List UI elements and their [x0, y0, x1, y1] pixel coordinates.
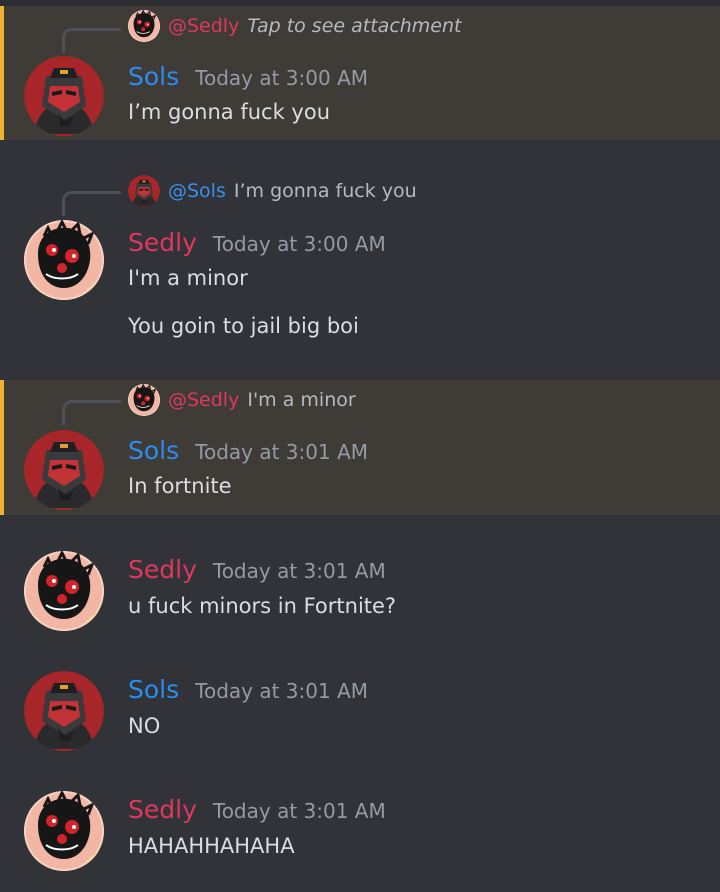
message-text: In fortnite	[128, 474, 232, 498]
message-text: You goin to jail big boi	[128, 314, 359, 338]
reply-text[interactable]: Tap to see attachment	[247, 15, 461, 37]
timestamp: Today at 3:01 AM	[195, 440, 369, 464]
reply-text[interactable]: I’m gonna fuck you	[234, 180, 417, 202]
message-text: HAHAHHAHAHA	[128, 834, 295, 858]
message-text: NO	[128, 714, 161, 738]
reply-avatar-sedly	[128, 10, 160, 42]
reply-author[interactable]: @Sedly	[168, 389, 239, 411]
timestamp: Today at 3:01 AM	[195, 679, 369, 703]
message-sedly[interactable]: Sedly Today at 3:01 AM HAHAHHAHAHA	[0, 765, 720, 892]
avatar-sedly[interactable]	[24, 551, 104, 631]
author-name[interactable]: Sols	[128, 436, 179, 465]
reply-avatar-sols	[128, 175, 160, 207]
timestamp: Today at 3:00 AM	[195, 66, 369, 90]
reply-spine	[62, 191, 121, 216]
mention-highlight-bar	[0, 380, 4, 515]
avatar-sedly[interactable]	[24, 220, 104, 300]
reply-author[interactable]: @Sols	[168, 180, 226, 202]
avatar-sols[interactable]	[24, 671, 104, 751]
message-text: u fuck minors in Fortnite?	[128, 594, 397, 618]
timestamp: Today at 3:00 AM	[212, 232, 386, 256]
reply-avatar-sedly	[128, 384, 160, 416]
author-name[interactable]: Sedly	[128, 228, 197, 257]
reply-preview[interactable]: @Sedly Tap to see attachment	[128, 10, 462, 42]
mention-highlight-bar	[0, 6, 4, 140]
reply-text[interactable]: I'm a minor	[247, 389, 355, 411]
message-text: I'm a minor	[128, 266, 248, 290]
reply-preview[interactable]: @Sedly I'm a minor	[128, 384, 356, 416]
message-sols-highlighted[interactable]: @Sedly I'm a minor Sols Today at 3:01 AM…	[0, 380, 720, 515]
message-sols-highlighted[interactable]: @Sedly Tap to see attachment Sols Today …	[0, 6, 720, 140]
avatar-sols[interactable]	[24, 430, 104, 510]
reply-preview[interactable]: @Sols I’m gonna fuck you	[128, 175, 417, 207]
author-name[interactable]: Sedly	[128, 795, 197, 824]
message-sedly[interactable]: Sedly Today at 3:01 AM u fuck minors in …	[0, 515, 720, 645]
author-name[interactable]: Sols	[128, 62, 179, 91]
timestamp: Today at 3:01 AM	[212, 799, 386, 823]
timestamp: Today at 3:01 AM	[212, 559, 386, 583]
message-text: I’m gonna fuck you	[128, 100, 331, 124]
reply-author[interactable]: @Sedly	[168, 15, 239, 37]
avatar-sedly[interactable]	[24, 791, 104, 871]
author-name[interactable]: Sedly	[128, 555, 197, 584]
author-name[interactable]: Sols	[128, 675, 179, 704]
reply-spine	[62, 400, 121, 425]
message-sols[interactable]: Sols Today at 3:01 AM NO	[0, 645, 720, 765]
message-sedly[interactable]: @Sols I’m gonna fuck you Sedly Today at …	[0, 140, 720, 380]
reply-spine	[62, 28, 121, 53]
avatar-sols[interactable]	[24, 56, 104, 136]
